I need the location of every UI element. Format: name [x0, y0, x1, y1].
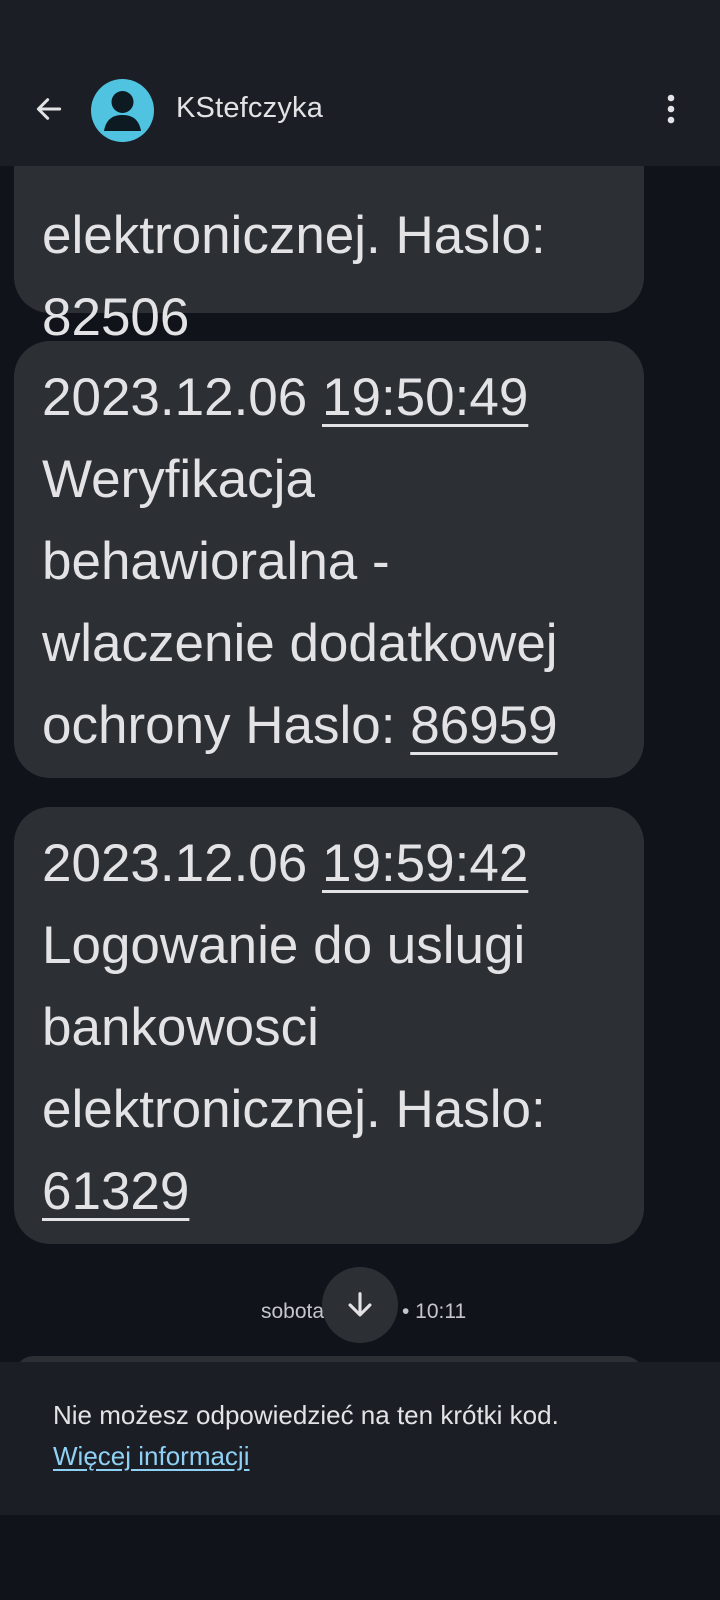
notice-text: Nie możesz odpowiedzieć na ten krótki ko…: [53, 1400, 559, 1430]
avatar[interactable]: [91, 79, 154, 142]
message-line: wlaczenie dodatkowej: [42, 614, 558, 673]
contact-name[interactable]: KStefczyka: [176, 92, 323, 125]
code-link[interactable]: 86959: [410, 696, 557, 755]
message-bubble[interactable]: 2023.12.06 19:59:42 Logowanie do uslugi …: [14, 807, 644, 1244]
message-line: behawioralna -: [42, 532, 390, 591]
message-line: Logowanie do uslugi: [42, 916, 526, 975]
message-thread[interactable]: elektronicznej. Haslo: 82506 2023.12.06 …: [0, 0, 720, 1362]
message-line: ochrony Haslo:: [42, 696, 396, 755]
top-app-bar: KStefczyka: [0, 0, 720, 166]
system-nav-area: [0, 1515, 720, 1600]
date-separator-day: sobota: [261, 1300, 325, 1323]
reply-disabled-notice: Nie możesz odpowiedzieć na ten krótki ko…: [0, 1362, 720, 1515]
scroll-to-bottom-button[interactable]: [322, 1267, 398, 1343]
message-date: 2023.12.06: [42, 368, 308, 427]
more-options-button[interactable]: [650, 88, 692, 130]
time-link[interactable]: 19:59:42: [322, 834, 528, 893]
more-vert-icon: [667, 94, 675, 124]
message-line: Weryfikacja: [42, 450, 315, 509]
time-link[interactable]: 19:50:49: [322, 368, 528, 427]
person-icon: [104, 91, 141, 131]
back-button[interactable]: [28, 88, 70, 130]
more-info-link[interactable]: Więcej informacji: [53, 1441, 250, 1472]
message-line: bankowosci: [42, 998, 319, 1057]
message-bubble[interactable]: 2023.12.06 19:50:49 Weryfikacja behawior…: [14, 341, 644, 778]
arrow-left-icon: [36, 98, 62, 120]
code-link[interactable]: 82506: [42, 288, 189, 347]
arrow-down-icon: [348, 1292, 372, 1317]
date-separator-time: • 10:11: [402, 1300, 467, 1323]
message-line: elektronicznej. Haslo:: [42, 1080, 546, 1139]
code-link[interactable]: 61329: [42, 1162, 189, 1221]
message-line: elektronicznej. Haslo:: [42, 206, 546, 265]
message-date: 2023.12.06: [42, 834, 308, 893]
